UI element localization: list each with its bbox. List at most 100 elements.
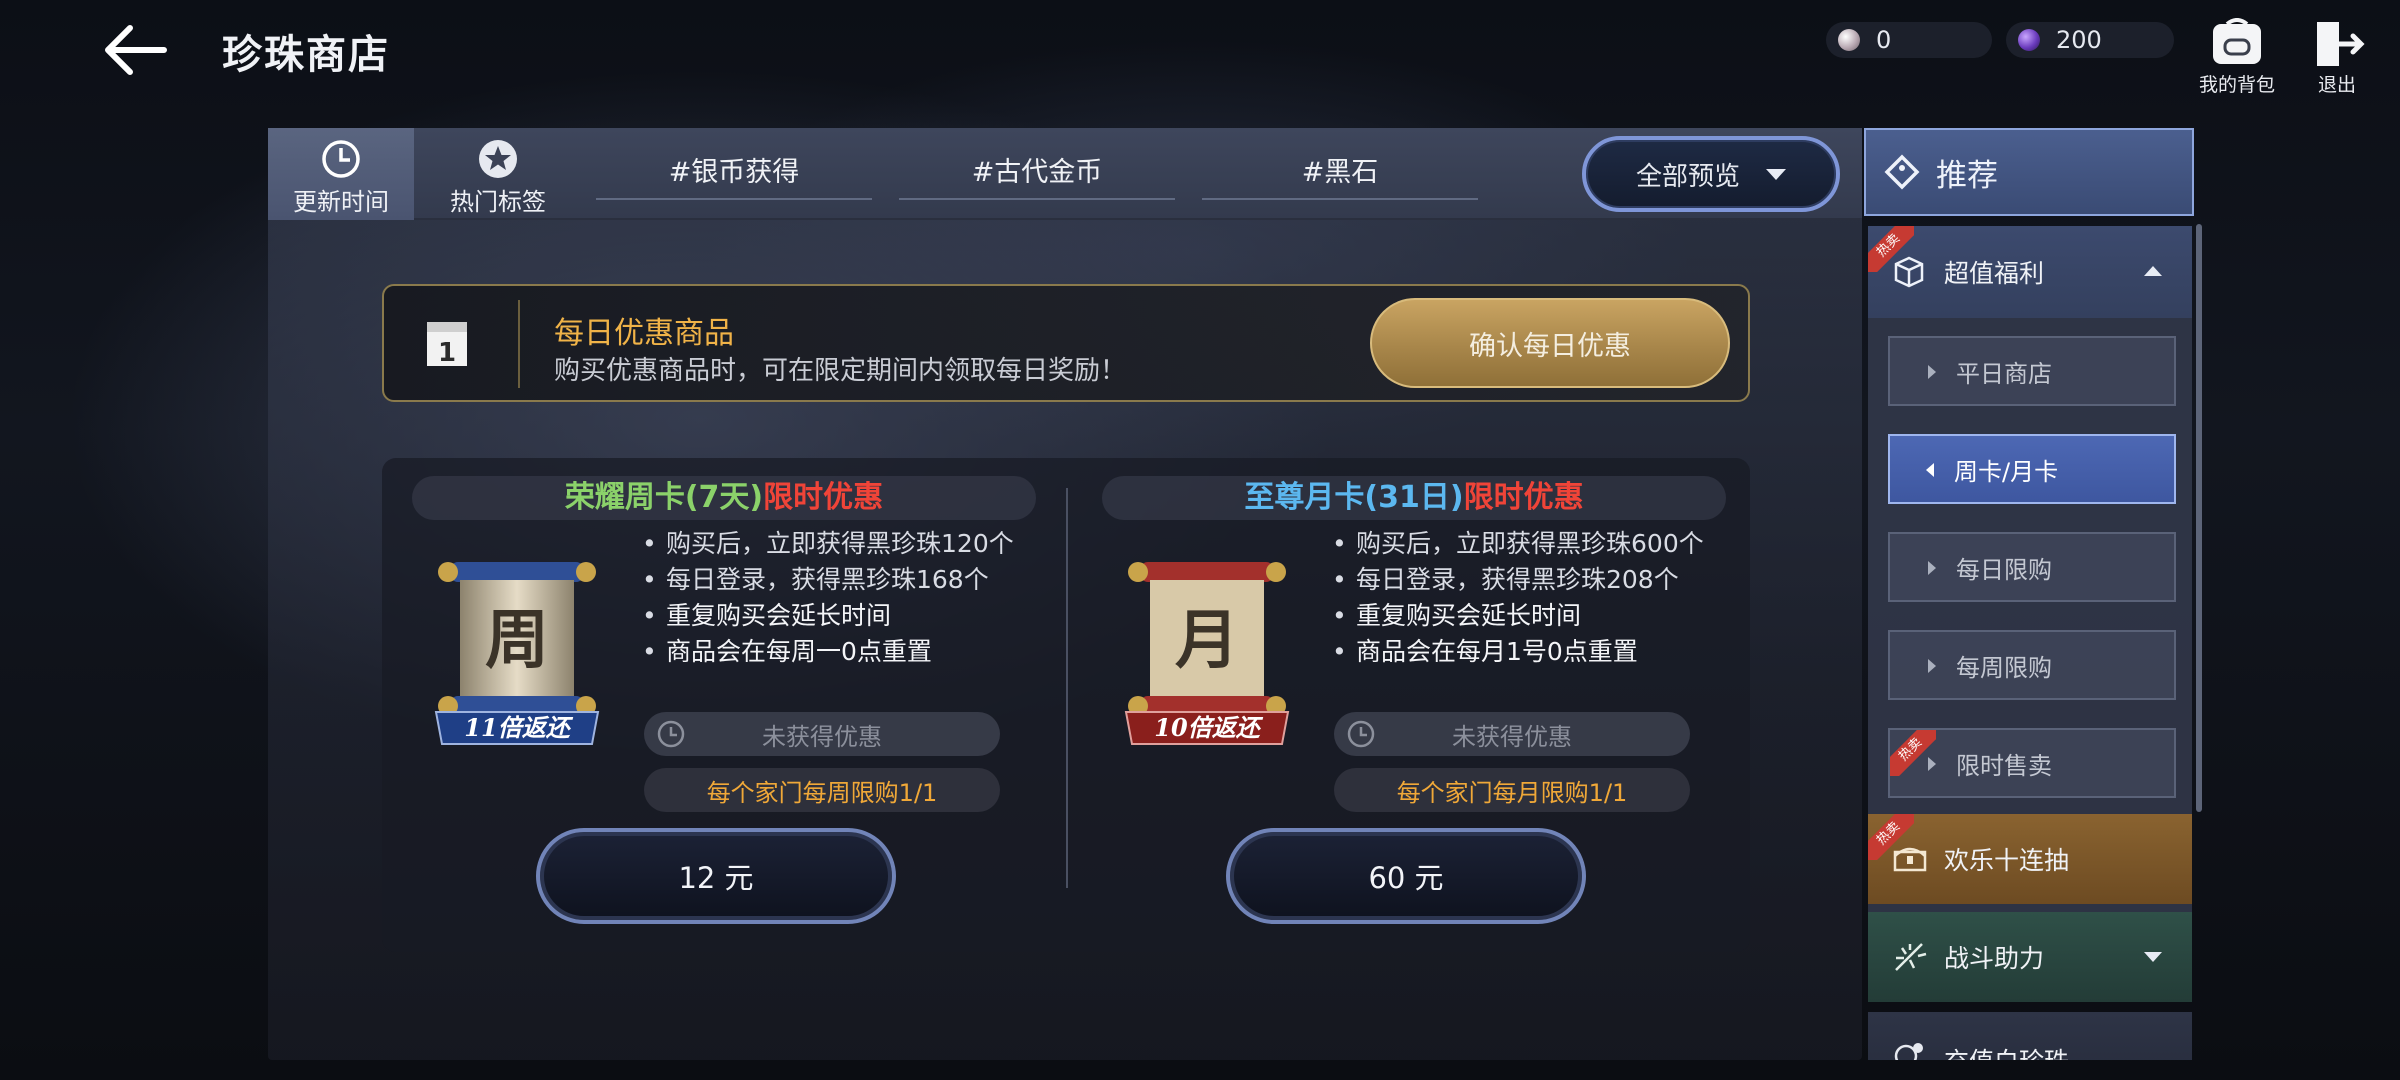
- sidebar-sub-limited-sale[interactable]: 热卖 限时售卖: [1888, 728, 2176, 798]
- sub-item-label: 每日限购: [1956, 555, 2052, 584]
- sidebar-sub-weekly-limit[interactable]: 每周限购: [1888, 630, 2176, 700]
- monthly-card-offer: 至尊月卡(31日)限时优惠 月 10倍返还 购买后，立即获得黑珍珠600个 每日…: [1072, 458, 1756, 952]
- preview-all-label: 全部预览: [1635, 161, 1740, 192]
- return-badge: 11倍返还: [464, 713, 573, 742]
- sidebar-category-label: 超值福利: [1944, 259, 2045, 288]
- sidebar-category-super-value[interactable]: 热卖 超值福利: [1868, 226, 2192, 318]
- tab-update-time-label: 更新时间: [293, 188, 389, 216]
- monthly-scroll-icon: 月 10倍返还: [1124, 562, 1290, 745]
- benefit-item: 重复购买会延长时间: [1328, 598, 1748, 634]
- chest-icon: [1893, 847, 1927, 872]
- offer-status-text: 未获得优惠: [1452, 722, 1572, 751]
- sub-item-label: 限时售卖: [1956, 751, 2052, 780]
- bag-icon: [2213, 18, 2261, 64]
- sub-item-label: 每周限购: [1956, 653, 2052, 682]
- sidebar-item-recommend[interactable]: 推荐: [1864, 128, 2194, 216]
- triangle-right-icon: [1928, 365, 1936, 379]
- offer-benefits-list: 购买后，立即获得黑珍珠120个 每日登录，获得黑珍珠168个 重复购买会延长时间…: [638, 526, 1058, 670]
- bag-button[interactable]: 我的背包: [2192, 18, 2282, 98]
- triangle-right-icon: [1928, 659, 1936, 673]
- white-pearl-counter: 0: [1826, 22, 1992, 58]
- sidebar-sub-weekday-shop[interactable]: 平日商店: [1888, 336, 2176, 406]
- benefit-item: 重复购买会延长时间: [638, 598, 1058, 634]
- back-button[interactable]: [100, 20, 170, 80]
- diamond-tag-icon: [1884, 154, 1920, 190]
- sidebar-category-ten-draw[interactable]: 热卖 欢乐十连抽: [1868, 814, 2192, 904]
- offer-title-main: 荣耀周卡(7天): [564, 480, 764, 515]
- offer-title-highlight: 限时优惠: [763, 480, 884, 515]
- tab-hot-tags[interactable]: 热门标签: [428, 128, 568, 220]
- sidebar-item-label: 推荐: [1936, 157, 1998, 194]
- daily-description: 购买优惠商品时，可在限定期间内领取每日奖励！: [554, 356, 1127, 386]
- chevron-down-icon: [2144, 952, 2162, 962]
- triangle-left-icon: [1926, 463, 1934, 477]
- tab-update-time[interactable]: 更新时间: [268, 128, 414, 220]
- top-bar: 珍珠商店 0 200 我的背包 退出: [0, 0, 2400, 110]
- black-pearl-amount: 200: [2056, 26, 2102, 54]
- clock-icon: [1347, 720, 1375, 748]
- offer-benefits-list: 购买后，立即获得黑珍珠600个 每日登录，获得黑珍珠208个 重复购买会延长时间…: [1328, 526, 1748, 670]
- sub-item-label: 平日商店: [1956, 359, 2052, 388]
- daily-title: 每日优惠商品: [554, 316, 734, 351]
- arrow-left-icon: [105, 25, 167, 75]
- hashtag-silver[interactable]: #银币获得: [596, 150, 872, 200]
- tab-bar: 更新时间 热门标签 #银币获得 #古代金币 #黑石 全部预览: [268, 128, 1862, 220]
- benefit-item: 每日登录，获得黑珍珠208个: [1328, 562, 1748, 598]
- benefit-item: 商品会在每月1号0点重置: [1328, 634, 1748, 670]
- benefit-item: 购买后，立即获得黑珍珠600个: [1328, 526, 1748, 562]
- pearl-icon: [1894, 1043, 1923, 1060]
- buy-monthly-button[interactable]: 60 元: [1226, 828, 1586, 924]
- exit-label: 退出: [2317, 74, 2356, 96]
- daily-divider: [518, 300, 520, 388]
- sidebar-category-label: 欢乐十连抽: [1944, 846, 2070, 875]
- hashtag-black-stone[interactable]: #黑石: [1202, 150, 1478, 200]
- offer-status: 未获得优惠: [644, 712, 1000, 756]
- chevron-up-icon: [2144, 266, 2162, 276]
- sidebar-category-recharge[interactable]: 充值白珍珠: [1868, 1012, 2192, 1060]
- exit-icon: [2317, 22, 2365, 66]
- daily-deal-banner: 1 每日优惠商品 购买优惠商品时，可在限定期间内领取每日奖励！ 确认每日优惠: [382, 284, 1750, 402]
- exit-button[interactable]: 退出: [2292, 18, 2382, 98]
- calendar-icon: 1: [427, 322, 467, 368]
- buy-weekly-button[interactable]: 12 元: [536, 828, 896, 924]
- offer-title-highlight: 限时优惠: [1463, 480, 1584, 515]
- caret-down-icon: [1766, 168, 1786, 180]
- return-badge: 10倍返还: [1154, 713, 1263, 742]
- purchase-limit: 每个家门每周限购1/1: [644, 768, 1000, 812]
- offers-container: 荣耀周卡(7天)限时优惠 周 11倍返还 购买后，立即获得黑珍珠120个 每日登…: [382, 458, 1750, 952]
- scroll-char: 月: [1175, 603, 1239, 678]
- offer-status-text: 未获得优惠: [762, 722, 882, 751]
- weekly-scroll-icon: 周 11倍返还: [434, 562, 600, 745]
- triangle-right-icon: [1928, 561, 1936, 575]
- clock-icon: [657, 720, 685, 748]
- gift-box-icon: [1894, 256, 1924, 288]
- scroll-char: 周: [485, 603, 549, 678]
- benefit-item: 每日登录，获得黑珍珠168个: [638, 562, 1058, 598]
- white-pearl-icon: [1838, 29, 1860, 51]
- preview-all-dropdown[interactable]: 全部预览: [1582, 136, 1840, 212]
- clock-icon: [322, 140, 360, 178]
- black-pearl-icon: [2018, 29, 2040, 51]
- page-title: 珍珠商店: [222, 32, 390, 78]
- offer-status: 未获得优惠: [1334, 712, 1690, 756]
- hashtag-ancient-coin[interactable]: #古代金币: [899, 150, 1175, 200]
- offer-title: 至尊月卡(31日)限时优惠: [1102, 476, 1726, 520]
- sidebar-category-battle-boost[interactable]: 战斗助力: [1868, 912, 2192, 1002]
- bag-label: 我的背包: [2198, 74, 2275, 96]
- svg-text:1: 1: [438, 338, 456, 368]
- white-pearl-amount: 0: [1876, 26, 1892, 54]
- black-pearl-counter: 200: [2006, 22, 2174, 58]
- tab-hot-tags-label: 热门标签: [450, 188, 546, 216]
- sidebar-sub-week-month-card[interactable]: 周卡/月卡: [1888, 434, 2176, 504]
- sub-item-label: 周卡/月卡: [1954, 457, 2059, 486]
- star-icon: [479, 140, 517, 178]
- benefit-item: 购买后，立即获得黑珍珠120个: [638, 526, 1058, 562]
- weekly-card-offer: 荣耀周卡(7天)限时优惠 周 11倍返还 购买后，立即获得黑珍珠120个 每日登…: [382, 458, 1066, 952]
- sidebar-category-label: 战斗助力: [1944, 944, 2045, 973]
- sidebar-scrollbar[interactable]: [2196, 224, 2202, 812]
- offer-title-main: 至尊月卡(31日): [1244, 480, 1464, 515]
- confirm-daily-button[interactable]: 确认每日优惠: [1370, 298, 1730, 388]
- sidebar-sub-daily-limit[interactable]: 每日限购: [1888, 532, 2176, 602]
- category-sidebar: 推荐 热卖 超值福利 平日商店 周卡/月卡 每日限购 每周限购 热卖 限时售卖 …: [1862, 128, 2196, 1060]
- offer-title: 荣耀周卡(7天)限时优惠: [412, 476, 1036, 520]
